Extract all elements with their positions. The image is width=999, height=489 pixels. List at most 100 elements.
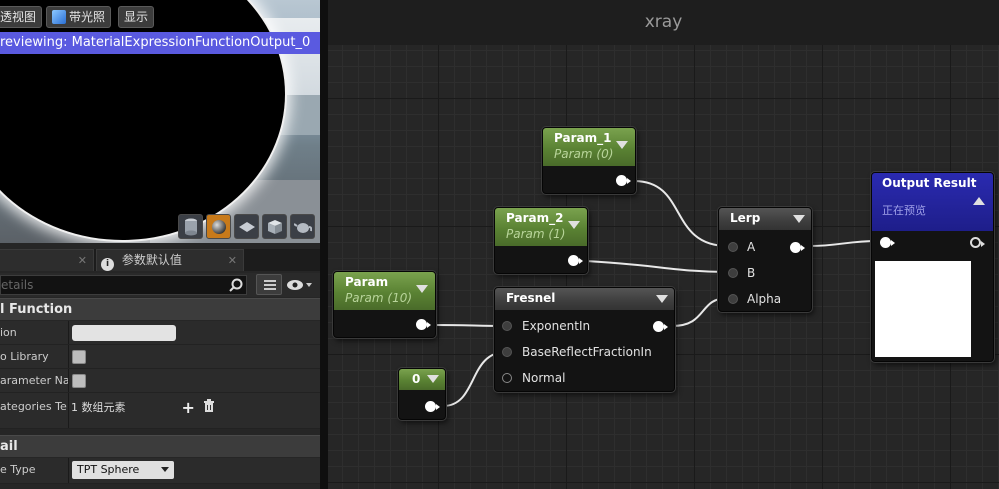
collapse-arrow-icon[interactable] — [793, 215, 805, 223]
section-header-detail[interactable]: ail — [0, 435, 320, 457]
wire-param2-to-lerp-b — [585, 260, 729, 273]
input-pin[interactable] — [502, 373, 512, 383]
input-pin[interactable] — [502, 347, 512, 357]
expose-to-library-checkbox[interactable] — [72, 350, 86, 364]
property-row: ategories Te: 1 数组元素 + — [0, 393, 320, 429]
perspective-button[interactable]: 透视图 — [0, 6, 43, 28]
collapse-arrow-icon[interactable] — [416, 285, 428, 293]
show-button-label: 显示 — [124, 10, 149, 24]
input-pin[interactable] — [728, 268, 738, 278]
output-pin[interactable] — [970, 237, 985, 248]
pin-label-alpha: Alpha — [747, 292, 782, 306]
output-pin[interactable] — [616, 175, 631, 186]
column-divider — [68, 369, 69, 392]
node-header: Param_1 Param (0) — [543, 128, 635, 166]
node-lerp[interactable]: Lerp A B Alpha — [718, 207, 812, 312]
material-graph-canvas[interactable]: xray Param_1 Param (0) Param_2 Param (1) — [328, 0, 999, 489]
node-header: Output Result 正在预览 — [872, 173, 993, 231]
details-search-row: etails — [0, 273, 322, 297]
add-element-icon[interactable]: + — [182, 398, 195, 417]
preview-type-dropdown[interactable]: TPT Sphere — [72, 461, 174, 479]
close-icon[interactable]: ✕ — [78, 250, 87, 271]
section-detail-label: ail — [0, 439, 18, 454]
node-preview-swatch — [875, 261, 971, 357]
pin-label-a: A — [747, 240, 756, 254]
close-icon[interactable]: ✕ — [228, 250, 237, 271]
node-header: Param Param (10) — [334, 272, 435, 310]
collapse-arrow-icon[interactable] — [656, 295, 668, 303]
tab-details[interactable]: ✕ — [0, 249, 94, 271]
preview-viewport[interactable]: 透视图 带光照 显示 reviewing: MaterialExpression… — [0, 0, 320, 243]
tab-parameter-defaults[interactable]: i 参数默认值 ✕ — [96, 249, 244, 271]
collapse-arrow-icon[interactable] — [568, 221, 580, 229]
previewing-banner: reviewing: MaterialExpressionFunctionOut… — [0, 32, 320, 54]
column-divider — [68, 458, 69, 483]
parameter-name-checkbox[interactable] — [72, 374, 86, 388]
teapot-icon[interactable] — [290, 214, 315, 239]
property-row: o Library — [0, 345, 320, 369]
lit-cube-icon — [52, 10, 66, 24]
property-name: ion — [0, 326, 17, 339]
input-pin[interactable] — [880, 237, 895, 248]
output-pin[interactable] — [568, 255, 583, 266]
lit-mode-button[interactable]: 带光照 — [46, 6, 112, 28]
view-list-icon[interactable] — [256, 274, 282, 295]
section-header-function[interactable]: l Function — [0, 298, 320, 320]
output-pin[interactable] — [425, 401, 440, 412]
pin-label-normal: Normal — [522, 371, 566, 385]
input-pin[interactable] — [502, 321, 512, 331]
collapse-arrow-icon[interactable] — [616, 141, 628, 149]
plane-icon[interactable] — [234, 214, 259, 239]
output-pin[interactable] — [416, 319, 431, 330]
search-input[interactable]: etails — [0, 275, 247, 295]
output-pin[interactable] — [790, 242, 805, 253]
node-header: 0 — [399, 369, 445, 390]
node-output-result[interactable]: Output Result 正在预览 — [871, 172, 994, 362]
cylinder-icon[interactable] — [178, 214, 203, 239]
property-value — [72, 321, 176, 345]
node-param[interactable]: Param Param (10) — [333, 271, 436, 338]
chevron-down-icon — [161, 467, 169, 472]
tab-parameter-defaults-label: 参数默认值 — [121, 253, 182, 267]
node-param-2[interactable]: Param_2 Param (1) — [494, 207, 588, 274]
node-fresnel[interactable]: Fresnel ExponentIn BaseReflectFractionIn… — [494, 287, 675, 392]
column-divider — [68, 345, 69, 368]
show-button[interactable]: 显示 — [118, 6, 155, 28]
node-header: Fresnel — [495, 288, 674, 310]
node-subtitle: Param (0) — [554, 147, 614, 161]
collapse-arrow-icon[interactable] — [973, 197, 985, 205]
node-title: Fresnel — [506, 291, 556, 305]
collapse-arrow-icon[interactable] — [427, 375, 439, 383]
node-subtitle: Param (10) — [345, 291, 413, 305]
property-name: o Library — [0, 350, 49, 363]
node-constant-0[interactable]: 0 — [398, 368, 446, 420]
preview-type-value: TPT Sphere — [77, 463, 140, 476]
pin-label-b: B — [747, 266, 756, 280]
perspective-button-label: 透视图 — [0, 10, 37, 24]
node-param-1[interactable]: Param_1 Param (0) — [542, 127, 636, 194]
property-name: ategories Te: — [0, 400, 68, 413]
property-value — [72, 369, 86, 393]
trash-icon[interactable] — [203, 399, 215, 415]
output-pin[interactable] — [653, 321, 668, 332]
node-title: Output Result — [882, 176, 977, 190]
cube-icon[interactable] — [262, 214, 287, 239]
property-value — [72, 345, 86, 369]
lit-mode-button-label: 带光照 — [69, 10, 106, 24]
search-icon[interactable] — [229, 278, 243, 297]
eye-icon[interactable] — [286, 276, 316, 294]
node-header: Lerp — [719, 208, 811, 230]
property-row: e Type TPT Sphere — [0, 458, 320, 484]
search-placeholder: etails — [1, 278, 34, 292]
property-value: 1 数组元素 + — [71, 393, 215, 421]
details-icon: i — [101, 258, 114, 271]
node-subtitle: Param (1) — [506, 227, 566, 241]
sphere-icon[interactable] — [206, 214, 231, 239]
details-tab-bar: ✕ i 参数默认值 ✕ — [0, 249, 322, 271]
input-pin[interactable] — [728, 242, 738, 252]
description-field[interactable] — [72, 325, 176, 341]
left-panel: 透视图 带光照 显示 reviewing: MaterialExpression… — [0, 0, 322, 489]
property-row: ion — [0, 321, 320, 345]
panel-splitter[interactable] — [320, 0, 328, 489]
input-pin[interactable] — [728, 294, 738, 304]
